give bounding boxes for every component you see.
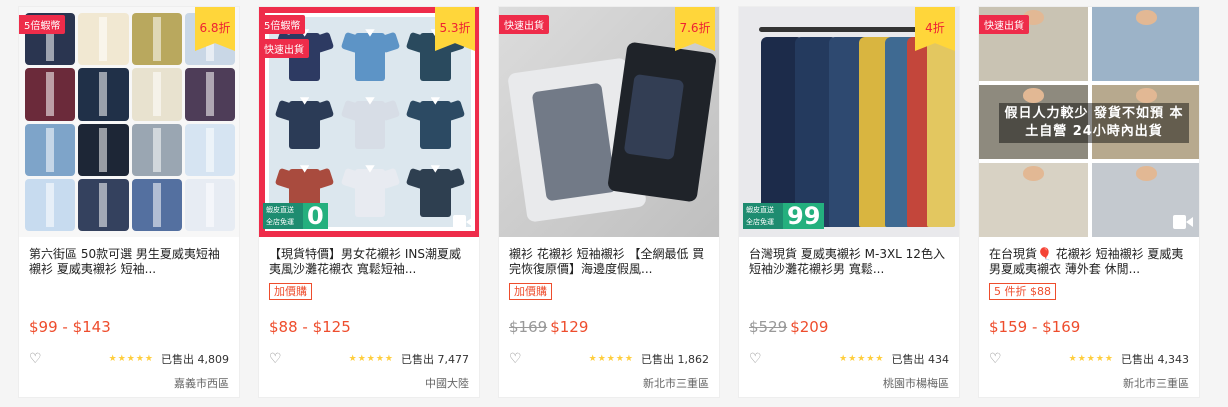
current-price: $88 - $125 (269, 318, 351, 336)
product-title[interactable]: 【現貨特價】男女花襯衫 INS潮夏威夷風沙灘花襯衣 寬鬆短袖... (269, 247, 469, 277)
product-image[interactable]: 5倍蝦幣 6.8折 (19, 7, 239, 237)
product-image[interactable]: 5倍蝦幣 快速出貨 5.3折 蝦皮直送 全店免運 0 (259, 7, 479, 237)
promo-badge: 5倍蝦幣 (19, 15, 66, 34)
video-icon (1173, 215, 1193, 229)
current-price: $209 (790, 318, 829, 336)
sold-count: 已售出 434 (891, 353, 950, 366)
free-shipping-label: 蝦皮直送 全店免運 (743, 203, 783, 229)
product-title[interactable]: 台灣現貨 夏威夷襯衫 M-3XL 12色入 短袖沙灘花襯衫男 寬鬆... (749, 247, 949, 277)
heart-outline-icon[interactable]: ♡ (29, 351, 45, 367)
free-shipping-label: 蝦皮直送 全店免運 (263, 203, 303, 229)
fast-ship-badge: 快速出貨 (499, 15, 549, 34)
meta-row: ♡ ★★★★★ 已售出 434 (749, 351, 949, 367)
product-card[interactable]: 假日人力較少 發貨不如預 本土自營 24小時內出貨 快速出貨 在台現貨🎈 花襯衫… (978, 6, 1200, 398)
product-title[interactable]: 第六街區 50款可選 男生夏威夷短袖襯衫 夏威夷襯衫 短袖... (29, 247, 229, 277)
price: $159 - $169 (989, 318, 1080, 336)
sold-count: 已售出 4,343 (1121, 353, 1189, 366)
product-grid: 5倍蝦幣 6.8折 第六街區 50款可選 男生夏威夷短袖襯衫 夏威夷襯衫 短袖.… (18, 6, 1200, 398)
current-price: $159 - $169 (989, 318, 1081, 336)
heart-outline-icon[interactable]: ♡ (749, 351, 765, 367)
fast-ship-badge: 快速出貨 (259, 39, 309, 58)
product-card[interactable]: 5倍蝦幣 6.8折 第六街區 50款可選 男生夏威夷短袖襯衫 夏威夷襯衫 短袖.… (18, 6, 240, 398)
current-price: $99 - $143 (29, 318, 111, 336)
product-image[interactable]: 4折 蝦皮直送 全店免運 99 (739, 7, 959, 237)
rating-stars: ★★★★★ (839, 354, 885, 364)
heart-outline-icon[interactable]: ♡ (269, 351, 285, 367)
bundle-deal-tag: 5 件折 $88 (989, 283, 1056, 300)
promo-overlay-text: 假日人力較少 發貨不如預 本土自營 24小時內出貨 (999, 103, 1189, 143)
product-image[interactable]: 快速出貨 7.6折 (499, 7, 719, 237)
current-price: $129 (550, 318, 589, 336)
meta-row: ♡ ★★★★★ 已售出 4,343 (989, 351, 1189, 367)
meta-row: ♡ ★★★★★ 已售出 7,477 (269, 351, 469, 367)
addon-tag: 加價購 (509, 283, 552, 300)
meta-row: ♡ ★★★★★ 已售出 4,809 (29, 351, 229, 367)
price: $99 - $143 (29, 318, 111, 336)
shop-location: 桃園市楊梅區 (883, 377, 949, 390)
rating-stars: ★★★★★ (348, 354, 394, 364)
product-card[interactable]: 4折 蝦皮直送 全店免運 99 台灣現貨 夏威夷襯衫 M-3XL 12色入 短袖… (738, 6, 960, 398)
heart-outline-icon[interactable]: ♡ (509, 351, 525, 367)
rating-stars: ★★★★★ (1068, 354, 1114, 364)
sold-count: 已售出 7,477 (401, 353, 469, 366)
shop-location: 新北市三重區 (1123, 377, 1189, 390)
product-title[interactable]: 襯衫 花襯衫 短袖襯衫 【全網最低 買完恢復原價】海邊度假風... (509, 247, 709, 277)
shop-location: 嘉義市西區 (174, 377, 229, 390)
rating-stars: ★★★★★ (588, 354, 634, 364)
addon-tag: 加價購 (269, 283, 312, 300)
price: $88 - $125 (269, 318, 351, 336)
shop-location: 中國大陸 (425, 377, 469, 390)
original-price: $169 (509, 318, 548, 336)
sold-count: 已售出 1,862 (641, 353, 709, 366)
promo-badge: 5倍蝦幣 (259, 15, 306, 34)
product-image[interactable]: 假日人力較少 發貨不如預 本土自營 24小時內出貨 快速出貨 (979, 7, 1199, 237)
fast-ship-badge: 快速出貨 (979, 15, 1029, 34)
product-card[interactable]: 快速出貨 7.6折 襯衫 花襯衫 短袖襯衫 【全網最低 買完恢復原價】海邊度假風… (498, 6, 720, 398)
free-shipping-badge: 蝦皮直送 全店免運 99 (743, 203, 825, 229)
product-title[interactable]: 在台現貨🎈 花襯衫 短袖襯衫 夏威夷男夏威夷襯衣 薄外套 休閒... (989, 247, 1189, 277)
price: $169 $129 (509, 318, 588, 336)
meta-row: ♡ ★★★★★ 已售出 1,862 (509, 351, 709, 367)
product-card[interactable]: 5倍蝦幣 快速出貨 5.3折 蝦皮直送 全店免運 0 【現貨特價】男女花襯衫 I… (258, 6, 480, 398)
shop-location: 新北市三重區 (643, 377, 709, 390)
sold-count: 已售出 4,809 (161, 353, 229, 366)
price: $529 $209 (749, 318, 828, 336)
original-price: $529 (749, 318, 788, 336)
rating-stars: ★★★★★ (108, 354, 154, 364)
video-icon (453, 215, 473, 229)
free-shipping-amount: 99 (783, 203, 825, 229)
free-shipping-amount: 0 (303, 203, 328, 229)
free-shipping-badge: 蝦皮直送 全店免運 0 (263, 203, 328, 229)
heart-outline-icon[interactable]: ♡ (989, 351, 1005, 367)
